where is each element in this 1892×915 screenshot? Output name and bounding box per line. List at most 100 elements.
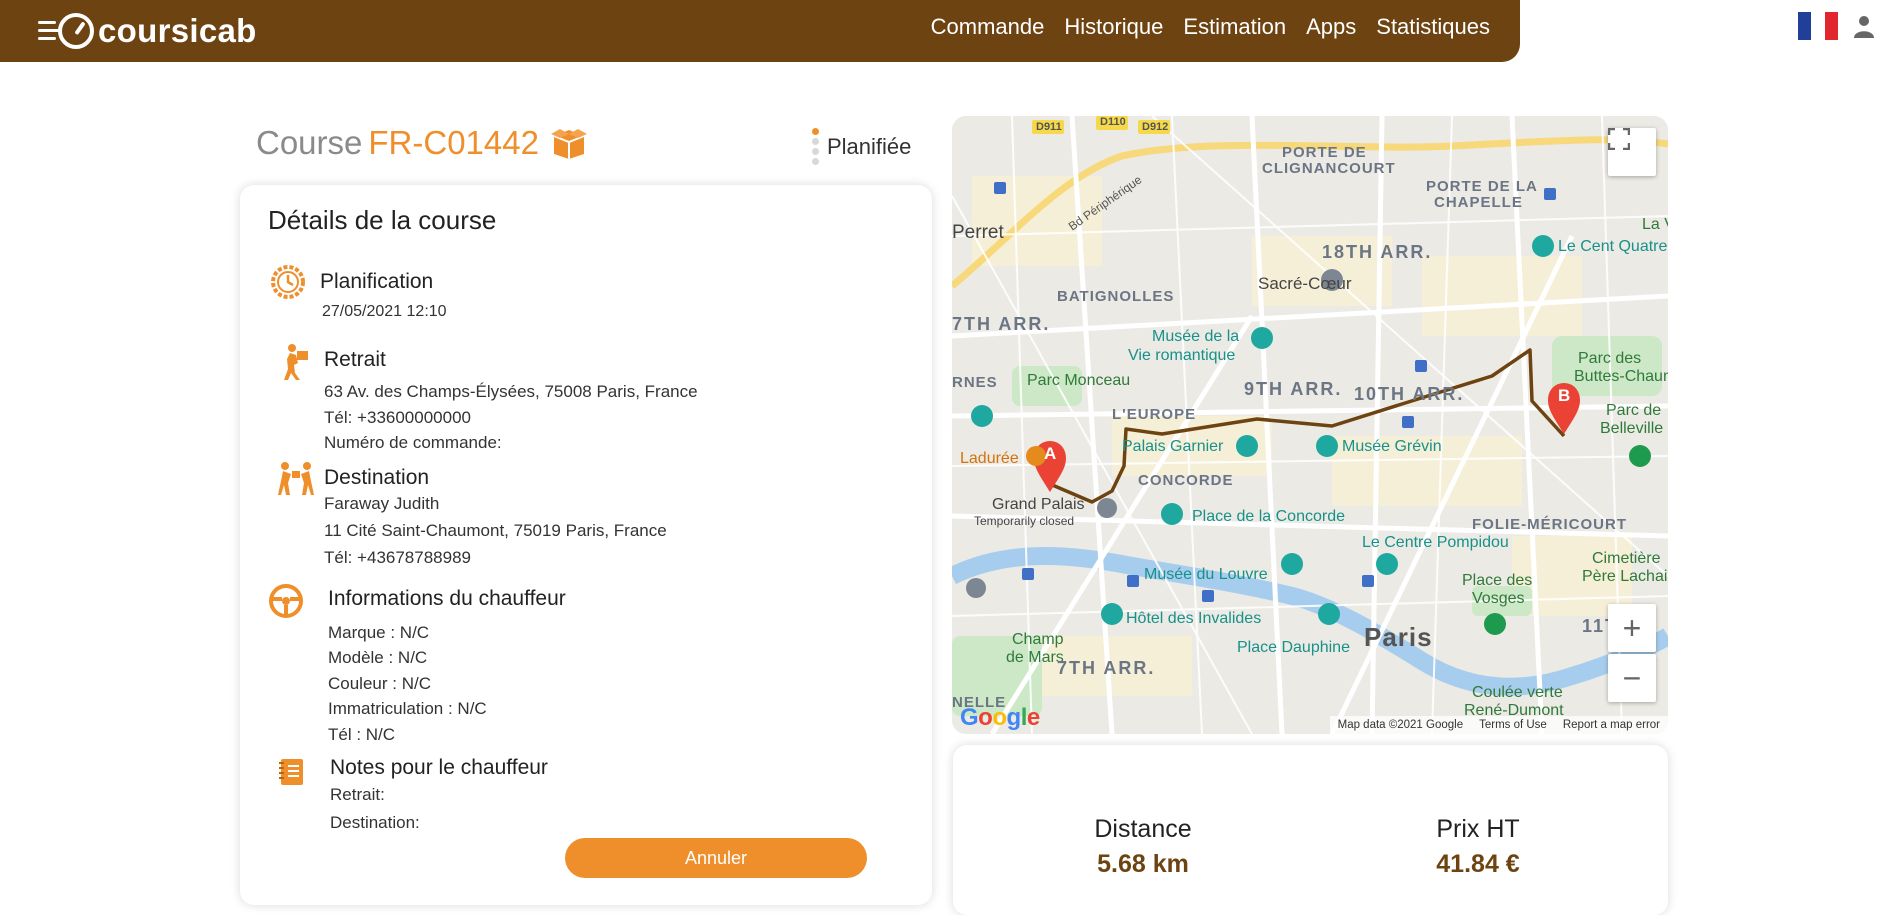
retrait-order-number: Numéro de commande:: [324, 433, 502, 452]
musee-vie-line2: Vie romantique: [1128, 347, 1236, 364]
french-flag-icon[interactable]: [1798, 12, 1838, 40]
nav-estimation[interactable]: Estimation: [1173, 14, 1296, 40]
chauffeur-modele: Modèle : N/C: [328, 648, 428, 667]
cancel-button[interactable]: Annuler: [565, 838, 867, 878]
concorde-label: CONCORDE: [1138, 472, 1234, 489]
google-logo: Google: [960, 704, 1040, 731]
nav-statistiques[interactable]: Statistiques: [1366, 14, 1500, 40]
terms-link[interactable]: Terms of Use: [1479, 719, 1547, 731]
price-label: Prix HT: [1436, 815, 1520, 843]
trip-summary-card: Distance 5.68 km Prix HT 41.84 €: [953, 745, 1668, 915]
arr-18-label: 18TH ARR.: [1322, 242, 1433, 262]
musee-grevin-label: Musée Grévin: [1342, 438, 1442, 455]
price-value: 41.84 €: [1436, 850, 1520, 878]
course-title: Course FR-C01442: [256, 124, 539, 162]
porte-chapelle-line1: PORTE DE LA: [1426, 178, 1538, 195]
package-icon: [551, 129, 587, 159]
planification-heading: Planification: [320, 270, 434, 293]
hotel-invalides-label: Hôtel des Invalides: [1126, 610, 1262, 627]
parc-belleville-line2: Belleville: [1600, 420, 1664, 437]
porte-chapelle-line2: CHAPELLE: [1434, 194, 1523, 211]
user-icon[interactable]: [1852, 14, 1876, 38]
destination-address: 11 Cité Saint-Chaumont, 75019 Paris, Fra…: [324, 521, 667, 540]
road-d911: D911: [1036, 121, 1062, 133]
fullscreen-button[interactable]: [1608, 128, 1656, 176]
chauffeur-tel: Tél : N/C: [328, 725, 396, 744]
grand-palais-line2: Temporarily closed: [974, 514, 1075, 528]
nav-historique[interactable]: Historique: [1054, 14, 1173, 40]
brand-name: coursicab: [98, 12, 257, 49]
handover-icon: [278, 462, 314, 495]
place-concorde-label: Place de la Concorde: [1192, 508, 1345, 525]
course-details-card: Détails de la course Planification 27/05…: [240, 185, 932, 905]
musee-louvre-label: Musée du Louvre: [1144, 566, 1268, 583]
brand-logo[interactable]: coursicab: [38, 8, 257, 54]
parc-monceau-label: Parc Monceau: [1027, 372, 1131, 389]
logo-icon: [38, 11, 94, 51]
parc-buttes-line2: Buttes-Chaum: [1574, 368, 1668, 385]
paris-label: Paris: [1364, 622, 1433, 652]
map-data-credit: Map data ©2021 Google: [1337, 719, 1464, 731]
arr-9-label: 9TH ARR.: [1244, 379, 1343, 399]
chauffeur-immatriculation: Immatriculation : N/C: [328, 699, 487, 718]
distance-label: Distance: [1094, 815, 1192, 843]
retrait-heading: Retrait: [324, 348, 386, 371]
cimetiere-line1: Cimetière: [1592, 550, 1661, 567]
chauffeur-couleur: Couleur : N/C: [328, 674, 431, 693]
champ-mars-line2: de Mars: [1006, 649, 1064, 666]
perret-label: Perret: [952, 222, 1004, 243]
top-navbar: coursicab Commande Historique Estimation…: [0, 0, 1520, 62]
chauffeur-heading: Informations du chauffeur: [328, 587, 566, 610]
arr-10-label: 10TH ARR.: [1354, 384, 1465, 404]
zoom-in-button[interactable]: +: [1608, 604, 1656, 652]
notepad-icon: [279, 759, 303, 785]
marker-a-label[interactable]: A: [1044, 444, 1056, 464]
pickup-person-icon: [284, 344, 308, 380]
centre-pompidou-label: Le Centre Pompidou: [1362, 534, 1509, 551]
course-label: Course: [256, 124, 363, 161]
marker-b-label[interactable]: B: [1558, 386, 1570, 406]
arr-17-label: 7TH ARR.: [952, 314, 1051, 334]
cimetiere-line2: Père Lachai: [1582, 568, 1668, 585]
arr-7-label: 7TH ARR.: [1057, 658, 1156, 678]
place-dauphine-label: Place Dauphine: [1237, 639, 1350, 656]
fullscreen-icon: [1608, 128, 1630, 150]
place-vosges-line2: Vosges: [1472, 590, 1525, 607]
retrait-phone: Tél: +33600000000: [324, 408, 471, 427]
road-d912: D912: [1142, 121, 1169, 133]
zoom-out-button[interactable]: −: [1608, 654, 1656, 702]
clock-icon: [271, 265, 305, 299]
la-villette-label: La V: [1642, 216, 1668, 233]
status-label: Planifiée: [827, 133, 912, 159]
status-indicator: Planifiée: [812, 128, 911, 165]
route-map[interactable]: D911 D110 D912 Bd Périphérique PORTE DE …: [952, 116, 1668, 734]
ternes-label: RNES: [952, 374, 998, 391]
parc-buttes-line1: Parc des: [1578, 350, 1642, 367]
steering-wheel-icon: [269, 584, 303, 618]
champ-mars-line1: Champ: [1012, 631, 1064, 648]
place-vosges-line1: Place des: [1462, 572, 1533, 589]
status-steps-icon: [812, 128, 819, 165]
planification-datetime: 27/05/2021 12:10: [322, 303, 447, 320]
europe-label: L'EUROPE: [1112, 406, 1197, 423]
card-title: Détails de la course: [268, 205, 497, 235]
folie-mericourt-label: FOLIE-MÉRICOURT: [1472, 516, 1627, 533]
porte-clignancourt-line2: CLIGNANCOURT: [1262, 160, 1396, 177]
retrait-address: 63 Av. des Champs-Élysées, 75008 Paris, …: [324, 382, 698, 401]
notes-destination: Destination:: [330, 813, 420, 832]
nav-commande[interactable]: Commande: [921, 14, 1055, 40]
nav-apps[interactable]: Apps: [1296, 14, 1366, 40]
parc-belleville-line1: Parc de: [1606, 402, 1662, 419]
price-block: Prix HT 41.84 €: [1378, 815, 1578, 879]
distance-value: 5.68 km: [1097, 850, 1189, 878]
cent-quatre-label: Le Cent Quatre: [1558, 238, 1668, 255]
distance-block: Distance 5.68 km: [1043, 815, 1243, 879]
destination-phone: Tél: +43678788989: [324, 548, 471, 567]
coulee-verte-line1: Coulée verte: [1472, 684, 1563, 701]
chauffeur-marque: Marque : N/C: [328, 623, 430, 642]
notes-retrait: Retrait:: [330, 785, 385, 804]
laduree-label: Ladurée: [960, 450, 1019, 467]
course-code: FR-C01442: [368, 124, 539, 161]
destination-name: Faraway Judith: [324, 494, 440, 513]
report-error-link[interactable]: Report a map error: [1563, 719, 1660, 731]
